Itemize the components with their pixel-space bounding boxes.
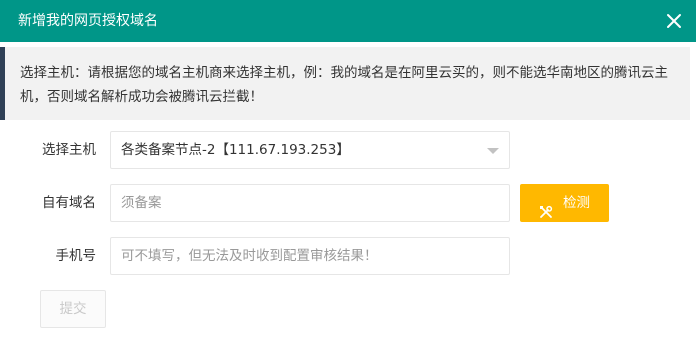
tools-icon [539,196,553,218]
host-row: 选择主机 各类备案节点-2【111.67.193.253】 [0,131,520,169]
chevron-down-icon [487,148,499,154]
host-notice: 选择主机：请根据您的域名主机商来选择主机，例：我的域名是在阿里云买的，则不能选华… [0,47,690,120]
phone-label: 手机号 [55,248,97,264]
dialog-title: 新增我的网页授权域名 [18,13,158,29]
phone-row: 手机号 可不填写，但无法及时收到配置审核结果！ [0,237,520,275]
phone-input[interactable]: 可不填写，但无法及时收到配置审核结果！ [110,237,510,275]
host-select-value: 各类备案节点-2【111.67.193.253】 [121,142,350,158]
domain-label: 自有域名 [42,195,96,211]
submit-button[interactable]: 提交 [40,290,106,328]
host-label: 选择主机 [42,142,96,158]
check-button-label: 检测 [563,195,590,211]
check-button[interactable]: 检测 [520,184,609,222]
close-icon[interactable] [664,11,684,31]
domain-row: 自有域名 须备案 检测 [0,184,620,222]
dialog-header: 新增我的网页授权域名 [0,0,696,42]
host-select[interactable]: 各类备案节点-2【111.67.193.253】 [110,131,510,169]
domain-input[interactable]: 须备案 [110,184,510,222]
domain-auth-dialog: 新增我的网页授权域名 选择主机：请根据您的域名主机商来选择主机，例：我的域名是在… [0,0,696,347]
